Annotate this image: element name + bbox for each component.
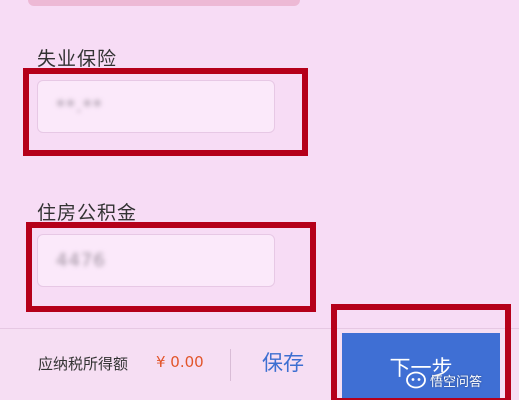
housing-fund-value: 4476 (56, 250, 106, 271)
unemployment-insurance-label: 失业保险 (37, 48, 118, 70)
housing-fund-input[interactable]: 4476 (37, 234, 275, 287)
watermark-text: 悟空问答 (430, 374, 483, 390)
salary-form: 失业保险 **.** 住房公积金 4476 (0, 0, 519, 330)
unemployment-insurance-input[interactable]: **.** (37, 80, 275, 133)
housing-fund-label: 住房公积金 (37, 202, 138, 224)
wukong-logo-icon (406, 371, 426, 389)
watermark: 悟空问答 (406, 367, 516, 393)
taxable-income-label: 应纳税所得额 (38, 355, 129, 373)
previous-field-edge (28, 0, 300, 6)
save-button[interactable]: 保存 (262, 347, 304, 377)
taxable-income-value: ¥ 0.00 (156, 353, 204, 371)
bar-divider (230, 349, 231, 381)
unemployment-insurance-value: **.** (56, 96, 103, 117)
